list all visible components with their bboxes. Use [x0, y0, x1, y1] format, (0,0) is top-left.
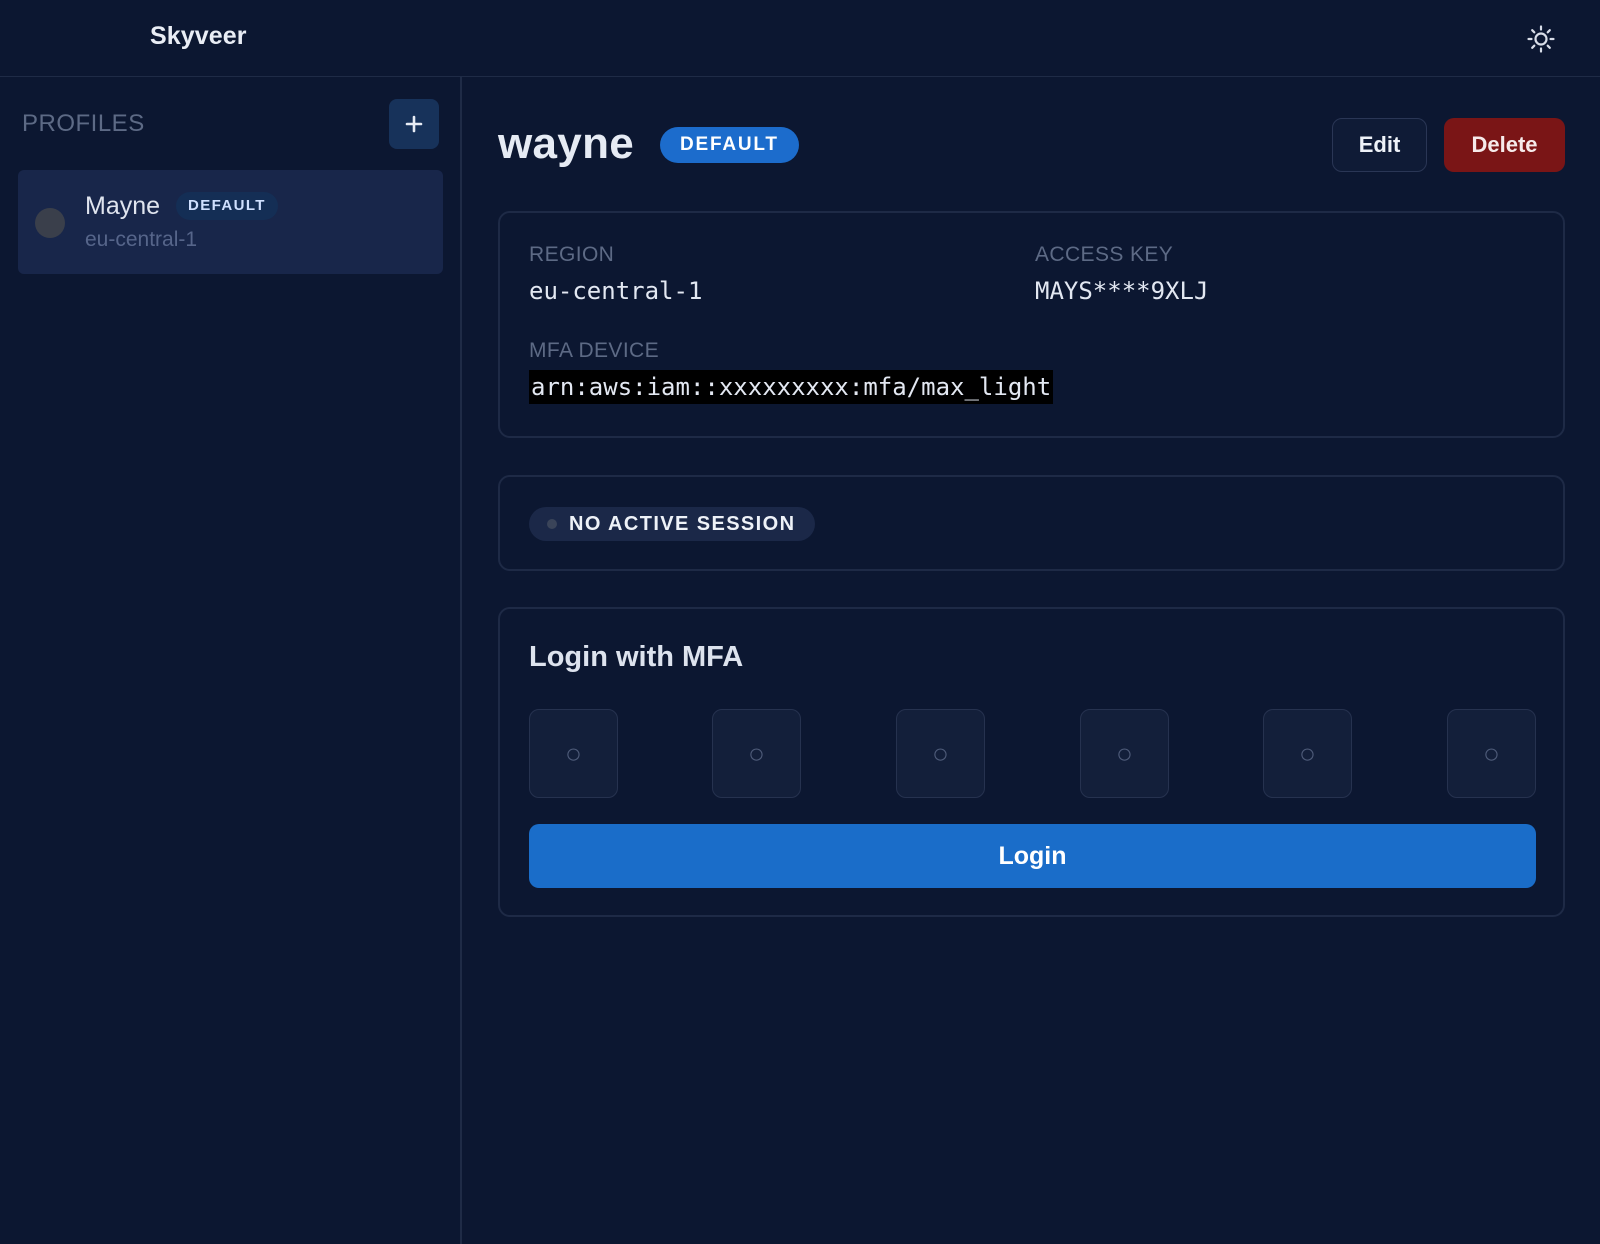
add-profile-button[interactable] — [389, 99, 439, 149]
default-badge: DEFAULT — [660, 127, 799, 163]
sidebar-heading: PROFILES — [22, 110, 145, 137]
otp-placeholder: ○ — [1483, 737, 1500, 769]
theme-toggle-button[interactable] — [1524, 22, 1558, 56]
mfa-login-card: Login with MFA ○ ○ ○ ○ ○ ○ Login — [498, 607, 1565, 917]
otp-digit-input[interactable]: ○ — [712, 709, 801, 798]
access-key-value: MAYS****9XLJ — [1035, 277, 1209, 305]
session-status-text: NO ACTIVE SESSION — [569, 512, 796, 535]
mfa-device-value: arn:aws:iam::xxxxxxxxx:mfa/max_light — [529, 370, 1054, 404]
plus-icon — [405, 115, 423, 133]
session-status-dot — [35, 208, 65, 238]
status-dot-icon — [547, 519, 557, 529]
page-title: wayne — [498, 119, 635, 168]
otp-placeholder: ○ — [565, 737, 582, 769]
app-title: Skyveer — [150, 22, 247, 50]
otp-digit-input[interactable]: ○ — [1447, 709, 1536, 798]
edit-button[interactable]: Edit — [1332, 118, 1427, 172]
mfa-device-label: MFA DEVICE — [529, 339, 660, 362]
sidebar: PROFILES Mayne DEFAULT eu-central-1 — [0, 77, 462, 1244]
sidebar-item-profile[interactable]: Mayne DEFAULT eu-central-1 — [18, 170, 443, 274]
sun-icon — [1527, 25, 1555, 53]
access-key-label: ACCESS KEY — [1035, 243, 1174, 266]
otp-placeholder: ○ — [932, 737, 949, 769]
otp-placeholder: ○ — [1299, 737, 1316, 769]
profile-name: Mayne — [85, 192, 161, 220]
profile-region: eu-central-1 — [85, 228, 198, 251]
login-button[interactable]: Login — [529, 824, 1536, 888]
top-bar: Skyveer — [0, 0, 1600, 77]
default-badge: DEFAULT — [176, 192, 278, 220]
login-heading: Login with MFA — [529, 641, 744, 673]
otp-digit-input[interactable]: ○ — [529, 709, 618, 798]
profile-details-card: REGION eu-central-1 ACCESS KEY MAYS****9… — [498, 211, 1565, 438]
profile-detail: wayne DEFAULT Edit Delete REGION eu-cent… — [462, 77, 1600, 1244]
session-status-badge: NO ACTIVE SESSION — [529, 507, 816, 541]
otp-placeholder: ○ — [748, 737, 765, 769]
otp-digit-input[interactable]: ○ — [1263, 709, 1352, 798]
otp-digit-input[interactable]: ○ — [1080, 709, 1169, 798]
region-label: REGION — [529, 243, 615, 266]
region-value: eu-central-1 — [529, 277, 703, 305]
otp-digit-input[interactable]: ○ — [896, 709, 985, 798]
delete-button[interactable]: Delete — [1444, 118, 1565, 172]
session-status-card: NO ACTIVE SESSION — [498, 475, 1565, 571]
otp-placeholder: ○ — [1116, 737, 1133, 769]
